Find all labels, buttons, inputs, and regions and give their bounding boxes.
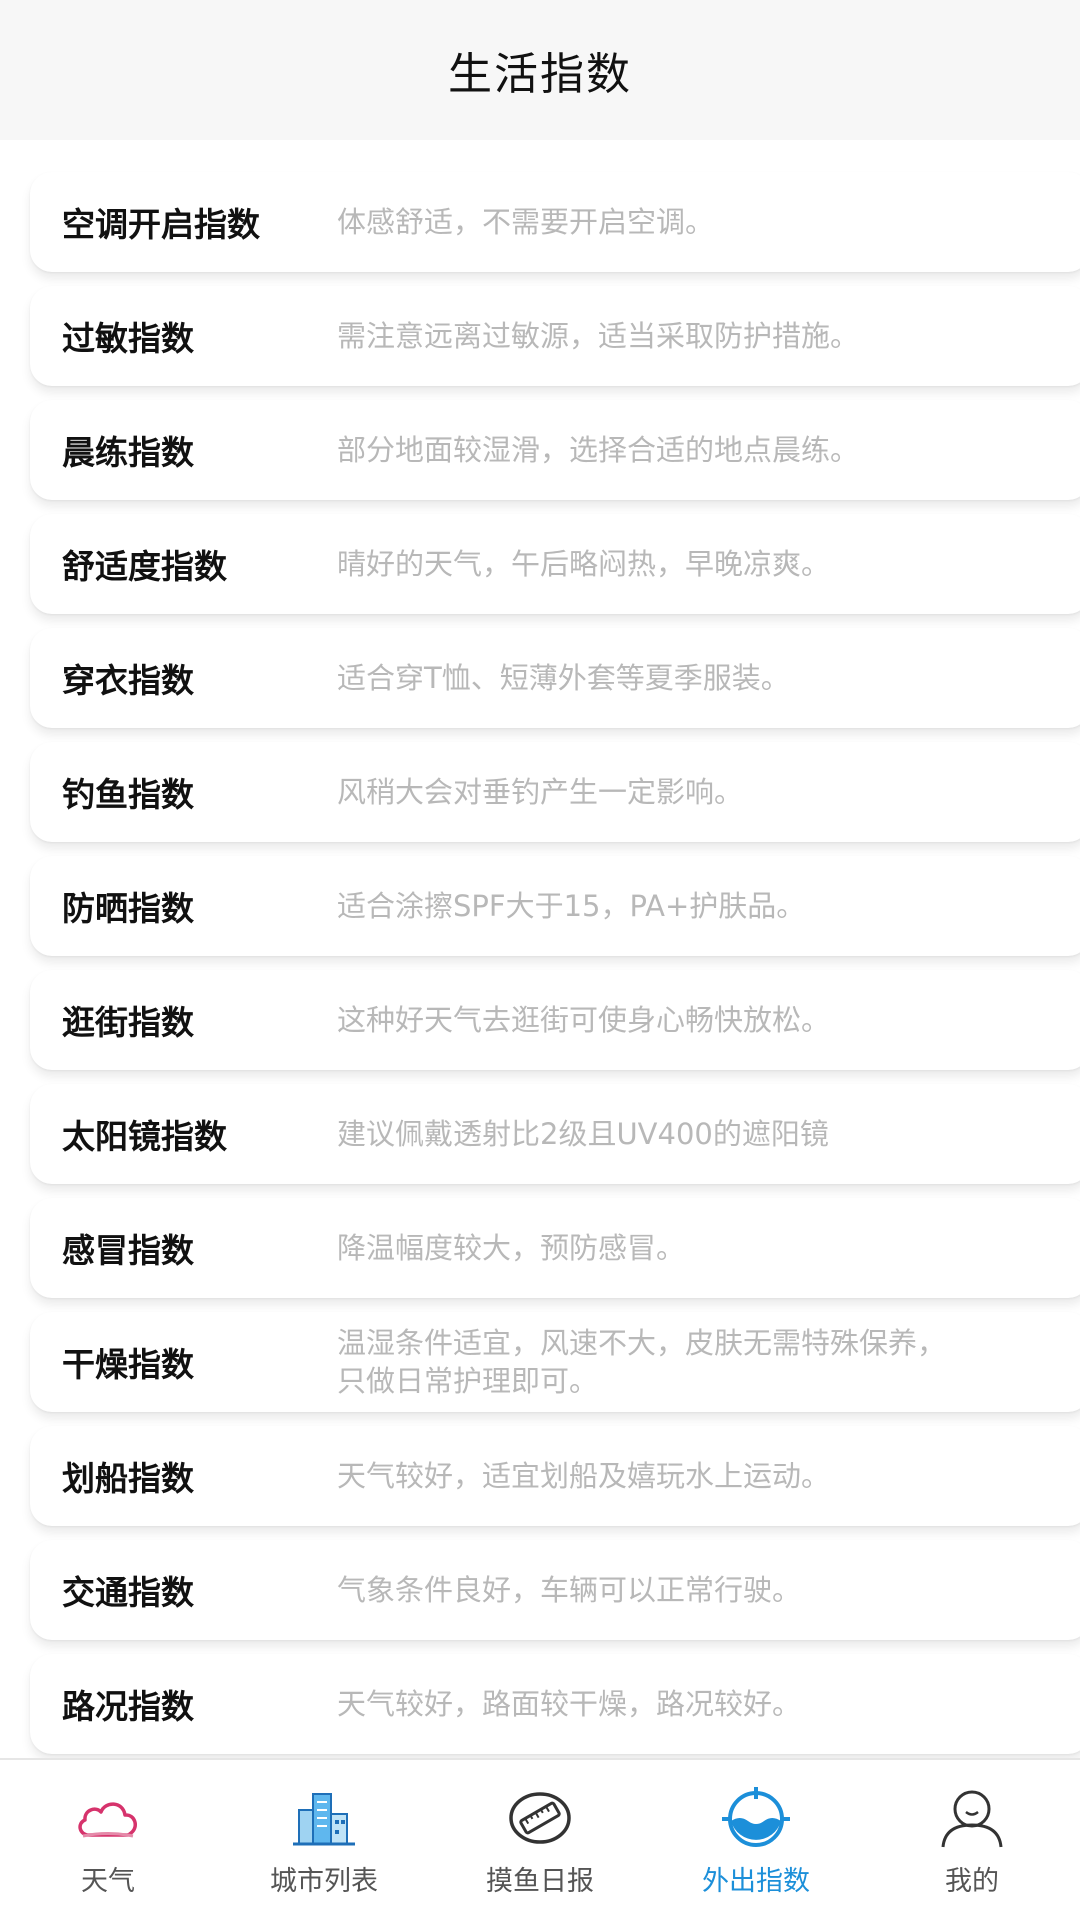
target-water-icon	[716, 1783, 796, 1853]
index-description: 体感舒适，不需要开启空调。	[337, 205, 715, 239]
page-title: 生活指数	[448, 49, 632, 100]
index-description: 需注意远离过敏源，适当采取防护措施。	[337, 319, 860, 353]
tab-outing-index[interactable]: 外出指数	[656, 1770, 856, 1910]
tab-label: 摸鱼日报	[486, 1865, 594, 1897]
index-description: 风稍大会对垂钓产生一定影响。	[337, 775, 744, 809]
tab-label: 天气	[81, 1865, 135, 1897]
tab-slacker-daily[interactable]: 摸鱼日报	[440, 1770, 640, 1910]
index-description: 部分地面较湿滑，选择合适的地点晨练。	[337, 433, 860, 467]
index-card-shopping[interactable]: 逛街指数 这种好天气去逛街可使身心畅快放松。	[30, 970, 1080, 1070]
index-description: 降温幅度较大，预防感冒。	[337, 1231, 686, 1265]
index-name: 钓鱼指数	[62, 775, 194, 814]
index-card-fishing[interactable]: 钓鱼指数 风稍大会对垂钓产生一定影响。	[30, 742, 1080, 842]
tab-weather[interactable]: 天气	[8, 1770, 208, 1910]
index-name: 穿衣指数	[62, 661, 194, 700]
index-description: 天气较好，路面较干燥，路况较好。	[337, 1687, 802, 1721]
bottom-tab-bar: 天气 城市列表 摸鱼日报 外出指数 我的	[0, 1758, 1080, 1920]
index-name: 干燥指数	[62, 1345, 194, 1384]
index-description: 建议佩戴透射比2级且UV400的遮阳镜	[337, 1117, 829, 1151]
index-name: 交通指数	[62, 1573, 194, 1612]
index-description: 这种好天气去逛街可使身心畅快放松。	[337, 1003, 831, 1037]
index-name: 空调开启指数	[62, 205, 260, 244]
index-card-allergy[interactable]: 过敏指数 需注意远离过敏源，适当采取防护措施。	[30, 286, 1080, 386]
index-description: 晴好的天气，午后略闷热，早晚凉爽。	[337, 547, 831, 581]
index-description: 适合穿T恤、短薄外套等夏季服装。	[337, 661, 790, 695]
index-card-comfort[interactable]: 舒适度指数 晴好的天气，午后略闷热，早晚凉爽。	[30, 514, 1080, 614]
index-description: 适合涂擦SPF大于15，PA+护肤品。	[337, 889, 806, 923]
index-card-sunscreen[interactable]: 防晒指数 适合涂擦SPF大于15，PA+护肤品。	[30, 856, 1080, 956]
index-card-boating[interactable]: 划船指数 天气较好，适宜划船及嬉玩水上运动。	[30, 1426, 1080, 1526]
index-card-dressing[interactable]: 穿衣指数 适合穿T恤、短薄外套等夏季服装。	[30, 628, 1080, 728]
index-card-cold[interactable]: 感冒指数 降温幅度较大，预防感冒。	[30, 1198, 1080, 1298]
index-card-ac[interactable]: 空调开启指数 体感舒适，不需要开启空调。	[30, 172, 1080, 272]
index-card-dryness[interactable]: 干燥指数 温湿条件适宜，风速不大，皮肤无需特殊保养， 只做日常护理即可。	[30, 1312, 1080, 1412]
index-name: 感冒指数	[62, 1231, 194, 1270]
index-card-morning-exercise[interactable]: 晨练指数 部分地面较湿滑，选择合适的地点晨练。	[30, 400, 1080, 500]
tab-label: 外出指数	[702, 1865, 810, 1897]
index-card-sunglasses[interactable]: 太阳镜指数 建议佩戴透射比2级且UV400的遮阳镜	[30, 1084, 1080, 1184]
tab-city-list[interactable]: 城市列表	[224, 1770, 424, 1910]
cloud-icon	[68, 1783, 148, 1853]
index-card-traffic[interactable]: 交通指数 气象条件良好，车辆可以正常行驶。	[30, 1540, 1080, 1640]
index-name: 过敏指数	[62, 319, 194, 358]
index-name: 划船指数	[62, 1459, 194, 1498]
index-description: 温湿条件适宜，风速不大，皮肤无需特殊保养， 只做日常护理即可。	[337, 1326, 947, 1398]
index-card-road-condition[interactable]: 路况指数 天气较好，路面较干燥，路况较好。	[30, 1654, 1080, 1754]
index-name: 晨练指数	[62, 433, 194, 472]
index-name: 路况指数	[62, 1687, 194, 1726]
page-header: 生活指数	[0, 0, 1080, 140]
user-avatar-icon	[932, 1783, 1012, 1853]
index-name: 舒适度指数	[62, 547, 227, 586]
tab-label: 我的	[945, 1865, 999, 1897]
tab-mine[interactable]: 我的	[872, 1770, 1072, 1910]
tab-label: 城市列表	[270, 1865, 378, 1897]
index-description: 气象条件良好，车辆可以正常行驶。	[337, 1573, 802, 1607]
index-name: 逛街指数	[62, 1003, 194, 1042]
index-name: 太阳镜指数	[62, 1117, 227, 1156]
index-description: 天气较好，适宜划船及嬉玩水上运动。	[337, 1459, 831, 1493]
ruler-badge-icon	[500, 1783, 580, 1853]
app-root: 生活指数 空调开启指数 体感舒适，不需要开启空调。 过敏指数 需注意远离过敏源，…	[0, 0, 1080, 1920]
index-name: 防晒指数	[62, 889, 194, 928]
city-buildings-icon	[284, 1783, 364, 1853]
